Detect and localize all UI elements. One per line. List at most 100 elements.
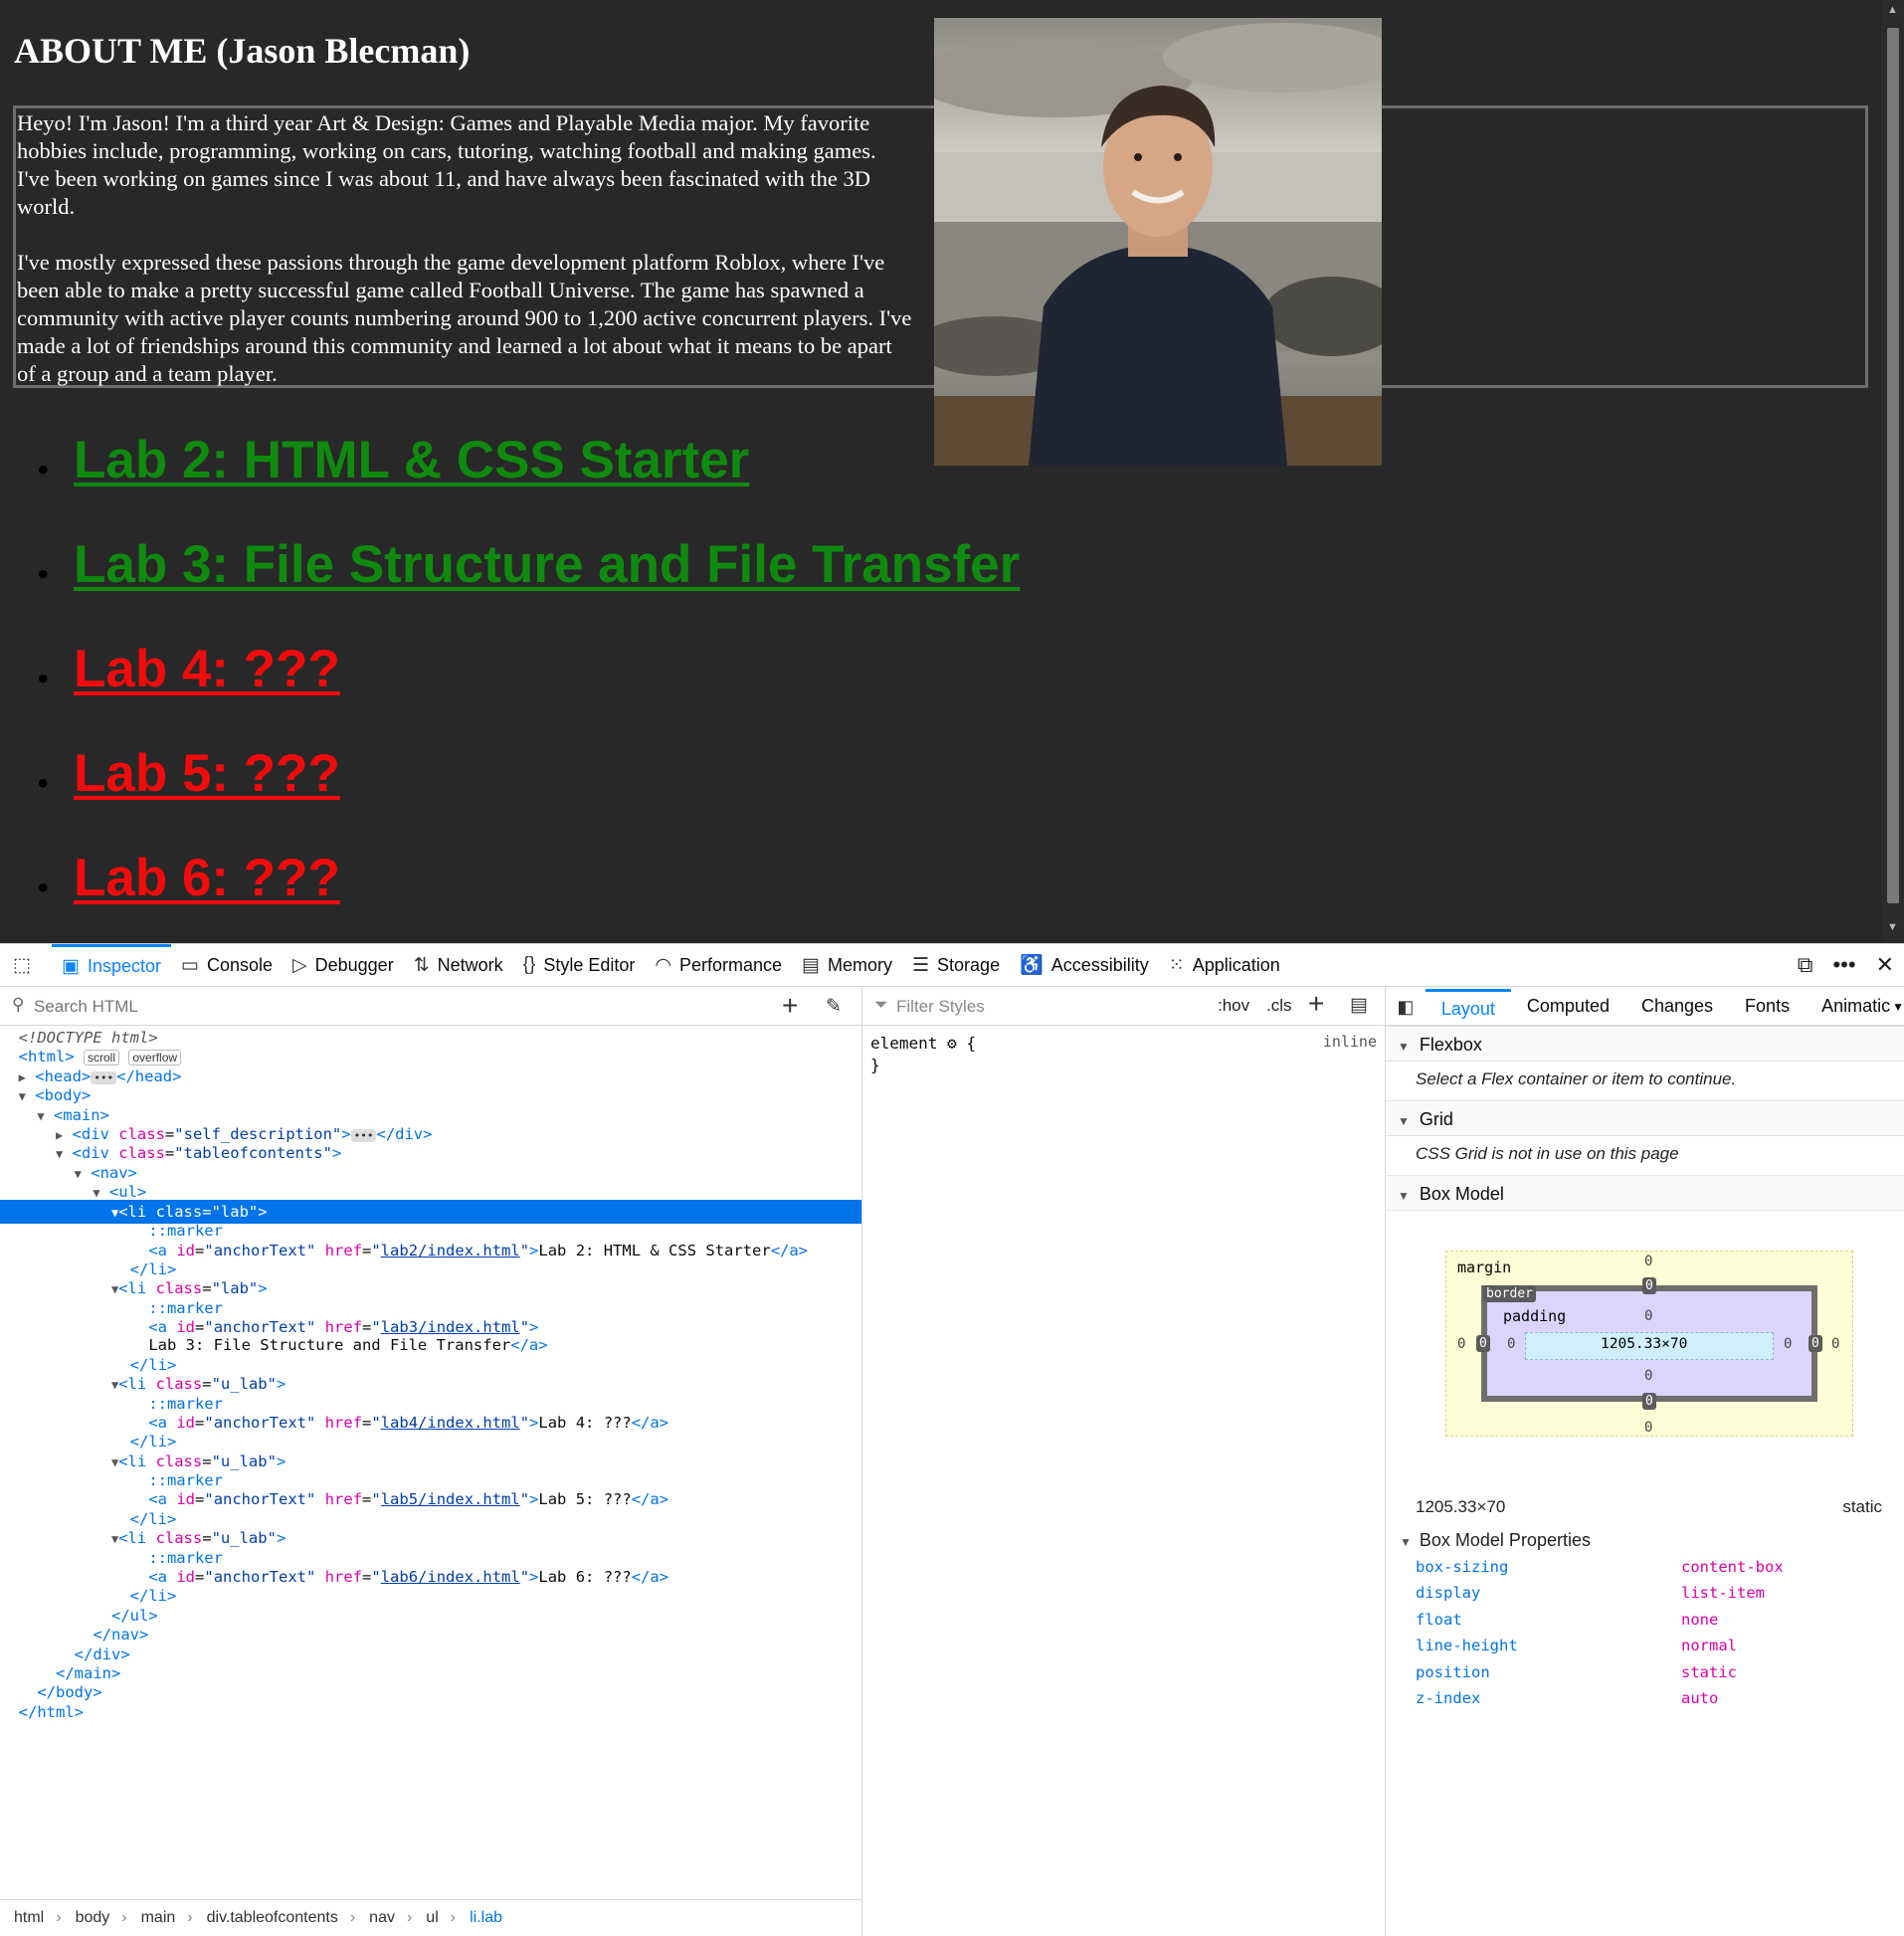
breadcrumb-item[interactable]: nav: [369, 1909, 395, 1927]
cls-toggle[interactable]: .cls: [1266, 996, 1292, 1016]
sidebar-toggle-icon[interactable]: ◧: [1386, 989, 1426, 1025]
property-name: box-sizing: [1416, 1558, 1509, 1576]
tab-accessibility[interactable]: ♿ Accessibility: [1010, 944, 1159, 986]
chevron-right-icon: ›: [406, 1909, 413, 1926]
portrait-photo: [934, 18, 1382, 466]
padding-top-value[interactable]: 0: [1644, 1308, 1652, 1324]
scroll-down-icon[interactable]: ▼: [1887, 921, 1898, 933]
hov-toggle[interactable]: :hov: [1218, 996, 1249, 1016]
accessibility-icon: ♿: [1020, 955, 1044, 976]
tab-storage[interactable]: ☰ Storage: [902, 944, 1010, 986]
tab-animations[interactable]: Animatic: [1806, 989, 1892, 1025]
scroll-thumb[interactable]: [1887, 28, 1899, 903]
tab-label: Application: [1192, 954, 1280, 975]
element-rule[interactable]: element ⚙ {}: [870, 1033, 976, 1076]
close-icon[interactable]: ✕: [1876, 952, 1894, 978]
filter-styles-input[interactable]: Filter Styles: [896, 997, 985, 1017]
box-model-properties-header[interactable]: ▼ Box Model Properties: [1400, 1530, 1591, 1551]
padding-bottom-value[interactable]: 0: [1644, 1368, 1652, 1384]
tab-console[interactable]: ▭ Console: [171, 944, 283, 986]
lab4-link[interactable]: Lab 4: ???: [74, 639, 340, 699]
self-description: Heyo! I'm Jason! I'm a third year Art & …: [17, 109, 912, 388]
devtools-panel: ⬚ ▣ Inspector ▭ Console ▷ Debugger ⇅ Net…: [0, 943, 1904, 1936]
border-label: border: [1483, 1285, 1536, 1302]
add-node-icon[interactable]: +: [782, 990, 798, 1022]
application-icon: ⁙: [1168, 954, 1185, 976]
layout-sidebar: ◧ Layout Computed Changes Fonts Animatic…: [1386, 987, 1904, 1936]
property-name: display: [1416, 1584, 1481, 1602]
breadcrumb-item[interactable]: html: [14, 1909, 44, 1927]
search-icon: ⚲: [12, 995, 25, 1014]
more-options-icon[interactable]: •••: [1832, 952, 1855, 978]
lab2-link[interactable]: Lab 2: HTML & CSS Starter: [74, 430, 749, 490]
responsive-design-icon[interactable]: ⧉: [1798, 952, 1813, 978]
margin-right-value[interactable]: 0: [1831, 1336, 1839, 1352]
eyedropper-icon[interactable]: ✎: [826, 995, 842, 1018]
storage-icon: ☰: [911, 954, 930, 976]
search-html-input[interactable]: [34, 997, 730, 1017]
bullet-marker: •: [38, 871, 49, 904]
property-name: line-height: [1416, 1637, 1518, 1654]
tab-debugger[interactable]: ▷ Debugger: [283, 944, 404, 986]
bullet-marker: •: [38, 454, 49, 486]
border-bottom-value[interactable]: 0: [1642, 1393, 1656, 1410]
property-name: z-index: [1416, 1689, 1481, 1707]
tab-label: Performance: [678, 954, 783, 975]
bullet-marker: •: [38, 558, 49, 591]
tab-label: Accessibility: [1050, 954, 1149, 975]
margin-bottom-value[interactable]: 0: [1644, 1420, 1652, 1436]
chevron-down-icon[interactable]: ▼: [1892, 989, 1904, 1025]
margin-top-value[interactable]: 0: [1644, 1254, 1652, 1269]
breadcrumb-item-active[interactable]: li.lab: [470, 1909, 502, 1927]
scroll-up-icon[interactable]: ▲: [1887, 4, 1898, 16]
content-size[interactable]: 1205.33×70: [1601, 1336, 1687, 1352]
border-right-value[interactable]: 0: [1809, 1335, 1822, 1352]
boxmodel-section-header[interactable]: ▼ Box Model: [1386, 1175, 1904, 1211]
grid-section-header[interactable]: ▼ Grid: [1386, 1100, 1904, 1136]
margin-left-value[interactable]: 0: [1457, 1336, 1465, 1352]
property-value: content-box: [1681, 1558, 1784, 1576]
lab5-link[interactable]: Lab 5: ???: [74, 743, 340, 804]
gear-icon[interactable]: ⚙: [947, 1034, 957, 1053]
tab-network[interactable]: ⇅ Network: [404, 944, 513, 986]
network-icon: ⇅: [413, 954, 430, 976]
breadcrumb-item[interactable]: div.tableofcontents: [207, 1909, 338, 1927]
tab-fonts[interactable]: Fonts: [1729, 989, 1806, 1025]
flexbox-message: Select a Flex container or item to conti…: [1416, 1069, 1737, 1088]
add-rule-icon[interactable]: +: [1308, 988, 1324, 1020]
property-value: static: [1681, 1663, 1737, 1681]
element-picker-button[interactable]: ⬚: [0, 944, 52, 986]
rule-source: inline: [1322, 1033, 1377, 1051]
breadcrumb-item[interactable]: body: [76, 1909, 110, 1927]
chevron-right-icon: ›: [349, 1909, 356, 1926]
print-media-icon[interactable]: ▤: [1350, 994, 1368, 1017]
href-link[interactable]: lab5/index.html: [381, 1490, 520, 1508]
flexbox-section-header[interactable]: ▼ Flexbox: [1386, 1026, 1904, 1062]
breadcrumb-item[interactable]: ul: [426, 1909, 438, 1927]
chevron-right-icon: ›: [121, 1909, 127, 1926]
tab-style-editor[interactable]: {} Style Editor: [513, 944, 646, 986]
tab-changes[interactable]: Changes: [1625, 989, 1729, 1025]
tab-inspector[interactable]: ▣ Inspector: [52, 944, 171, 986]
tab-memory[interactable]: ▤ Memory: [792, 944, 902, 986]
tab-computed[interactable]: Computed: [1511, 989, 1625, 1025]
property-value: list-item: [1681, 1584, 1765, 1602]
devtools-controls: ⧉ ••• ✕: [1788, 944, 1904, 986]
tab-label: Debugger: [314, 954, 394, 975]
lab3-link[interactable]: Lab 3: File Structure and File Transfer: [74, 534, 1020, 595]
tab-application[interactable]: ⁙ Application: [1159, 944, 1290, 986]
tree-node[interactable]: </html>: [0, 1700, 861, 1724]
tab-label: Storage: [937, 954, 1001, 975]
memory-icon: ▤: [802, 954, 820, 976]
property-name: float: [1416, 1611, 1462, 1629]
grid-message: CSS Grid is not in use on this page: [1416, 1144, 1679, 1163]
border-left-value[interactable]: 0: [1476, 1335, 1490, 1352]
lab6-link[interactable]: Lab 6: ???: [74, 848, 340, 908]
border-top-value[interactable]: 0: [1642, 1277, 1656, 1294]
breadcrumb-item[interactable]: main: [141, 1909, 176, 1927]
padding-right-value[interactable]: 0: [1784, 1336, 1792, 1352]
padding-left-value[interactable]: 0: [1507, 1336, 1515, 1352]
tab-layout[interactable]: Layout: [1425, 989, 1511, 1025]
tab-performance[interactable]: ◠ Performance: [645, 944, 792, 986]
page-scrollbar[interactable]: ▲ ▼: [1882, 0, 1904, 943]
